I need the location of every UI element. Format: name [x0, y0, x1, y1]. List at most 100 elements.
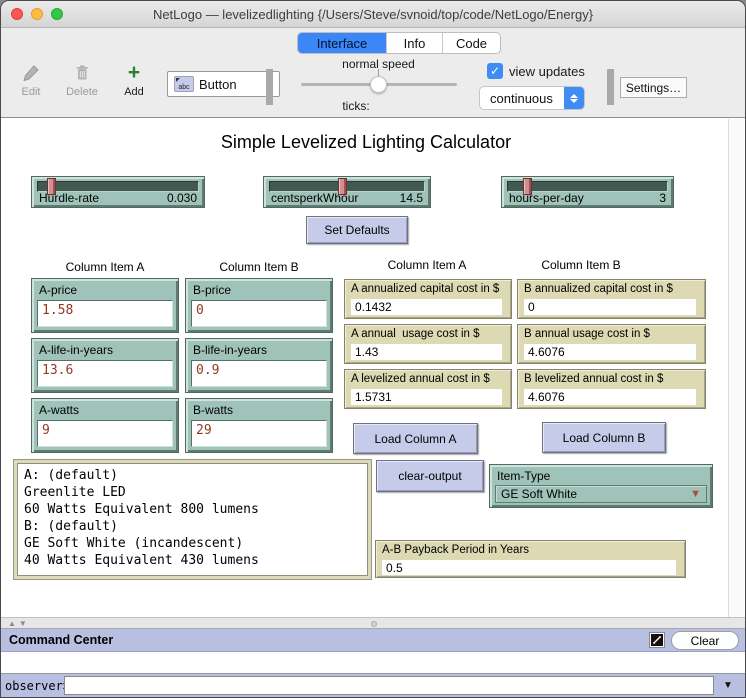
monitor-a-levelized-annual-cost: A levelized annual cost in $ 1.5731 — [344, 369, 512, 409]
pencil-icon — [12, 64, 50, 84]
monitor-b-annual-usage-cost: B annual usage cost in $ 4.6076 — [517, 324, 706, 364]
command-center-splitter[interactable]: ▲▼ — [1, 617, 745, 629]
item-type-chooser[interactable]: Item-Type GE Soft White ▼ — [489, 464, 713, 508]
clear-button[interactable]: Clear — [671, 631, 739, 650]
widget-type-value: Button — [199, 77, 260, 92]
input-b-price: B-price 0 — [185, 278, 333, 333]
load-column-a-button[interactable]: Load Column A — [353, 423, 478, 454]
monitor-b-annualized-capital-cost: B annualized capital cost in $ 0 — [517, 279, 706, 319]
toolbar-separator — [607, 69, 614, 105]
input-label: A-watts — [39, 403, 79, 417]
input-label: A-life-in-years — [39, 343, 113, 357]
slider-hours-per-day[interactable]: hours-per-day 3 — [501, 176, 674, 208]
update-mode-select[interactable]: continuous — [479, 86, 585, 110]
button-widget-icon: abc — [174, 76, 194, 92]
input-field[interactable]: 29 — [191, 420, 327, 447]
input-label: B-watts — [193, 403, 233, 417]
output-line: 40 Watts Equivalent 430 lumens — [24, 552, 361, 569]
command-center-title: Command Center — [9, 633, 113, 647]
monitor-value: 0.5 — [382, 560, 676, 575]
monitor-value: 1.5731 — [351, 389, 502, 405]
tab-segmented-control: Interface Info Code — [297, 32, 501, 54]
monitor-label: B annual usage cost in $ — [524, 328, 650, 340]
monitor-a-annual-usage-cost: A annual usage cost in $ 1.43 — [344, 324, 512, 364]
slider-value: 14.5 — [400, 191, 423, 205]
monitor-value: 1.43 — [351, 344, 502, 360]
add-label: Add — [124, 86, 144, 98]
set-defaults-button[interactable]: Set Defaults — [306, 216, 408, 244]
update-mode-value: continuous — [480, 91, 564, 106]
delete-button[interactable]: Delete — [59, 64, 105, 98]
trash-icon — [59, 64, 105, 84]
slider-hurdle-rate[interactable]: Hurdle-rate 0.030 — [31, 176, 205, 208]
input-field[interactable]: 13.6 — [37, 360, 173, 387]
splitter-handle-icon[interactable] — [371, 621, 377, 627]
command-history-arrow-icon[interactable]: ▼ — [723, 680, 733, 691]
delete-label: Delete — [66, 86, 98, 98]
slider-name: hours-per-day — [509, 191, 584, 205]
input-field[interactable]: 0.9 — [191, 360, 327, 387]
widget-type-dropdown[interactable]: abc Button ▼ — [167, 71, 280, 97]
splitter-collapse-icons[interactable]: ▲▼ — [8, 619, 30, 628]
output-line: GE Soft White (incandescent) — [24, 535, 361, 552]
input-field[interactable]: 1.58 — [37, 300, 173, 327]
monitor-label: A annualized capital cost in $ — [351, 283, 499, 295]
chooser-arrow-icon: ▼ — [690, 488, 701, 500]
speed-slider-tick — [378, 69, 379, 76]
command-center-header: Command Center Clear — [1, 629, 745, 652]
interface-canvas: Simple Levelized Lighting Calculator Hur… — [1, 117, 745, 617]
tab-bar: Interface Info Code — [1, 28, 745, 55]
tab-info[interactable]: Info — [387, 33, 443, 53]
input-label: B-life-in-years — [193, 343, 267, 357]
ticks-label: ticks: — [301, 99, 411, 113]
tab-interface[interactable]: Interface — [298, 33, 387, 53]
tab-code[interactable]: Code — [443, 33, 500, 53]
select-chevrons-icon — [564, 87, 584, 109]
input-label: A-price — [39, 283, 77, 297]
speed-slider-thumb[interactable] — [370, 76, 387, 93]
view-updates-checkbox-row: ✓ view updates — [487, 63, 585, 79]
edit-button[interactable]: Edit — [12, 64, 50, 98]
title-bar: NetLogo — levelizedlighting {/Users/Stev… — [1, 1, 745, 28]
chooser-select[interactable]: GE Soft White ▼ — [495, 485, 707, 503]
vertical-scrollbar[interactable] — [728, 119, 744, 617]
monitor-value: 4.6076 — [524, 389, 696, 405]
monitor-payback-period: A-B Payback Period in Years 0.5 — [375, 540, 686, 578]
command-input[interactable] — [64, 676, 714, 695]
input-b-life-in-years: B-life-in-years 0.9 — [185, 338, 333, 393]
toolbar: Edit Delete + Add abc Button ▼ normal sp… — [1, 55, 745, 117]
input-a-watts: A-watts 9 — [31, 398, 179, 453]
edit-label: Edit — [22, 86, 41, 98]
monitor-value: 0 — [524, 299, 696, 315]
command-center-output — [1, 652, 745, 674]
command-input-row: observer> ▼ — [1, 674, 745, 698]
slider-centsperkwhour[interactable]: centsperkWhour 14.5 — [263, 176, 431, 208]
monitor-label: B levelized annual cost in $ — [524, 373, 663, 385]
monitor-label: B annualized capital cost in $ — [524, 283, 673, 295]
add-button[interactable]: + Add — [114, 64, 154, 98]
input-field[interactable]: 0 — [191, 300, 327, 327]
plus-icon: + — [114, 64, 154, 84]
monitor-label: A annual usage cost in $ — [351, 328, 480, 340]
input-b-watts: B-watts 29 — [185, 398, 333, 453]
checkbox-check-icon[interactable]: ✓ — [487, 63, 503, 79]
settings-button[interactable]: Settings… — [620, 77, 687, 98]
monitor-value: 4.6076 — [524, 344, 696, 360]
observer-prompt: observer> — [5, 679, 70, 693]
clear-output-button[interactable]: clear-output — [376, 460, 484, 492]
monitor-column-a-header: Column Item A — [357, 258, 497, 272]
input-a-price: A-price 1.58 — [31, 278, 179, 333]
output-line: B: (default) — [24, 518, 361, 535]
load-column-b-button[interactable]: Load Column B — [542, 422, 666, 453]
input-label: B-price — [193, 283, 231, 297]
monitor-label: A-B Payback Period in Years — [382, 544, 529, 556]
expand-icon[interactable] — [649, 632, 665, 648]
input-field[interactable]: 9 — [37, 420, 173, 447]
monitor-value: 0.1432 — [351, 299, 502, 315]
monitor-column-b-header: Column Item B — [511, 258, 651, 272]
input-column-b-header: Column Item B — [189, 260, 329, 274]
input-column-a-header: Column Item A — [35, 260, 175, 274]
slider-name: Hurdle-rate — [39, 191, 99, 205]
output-line: A: (default) — [24, 467, 361, 484]
slider-value: 3 — [659, 191, 666, 205]
